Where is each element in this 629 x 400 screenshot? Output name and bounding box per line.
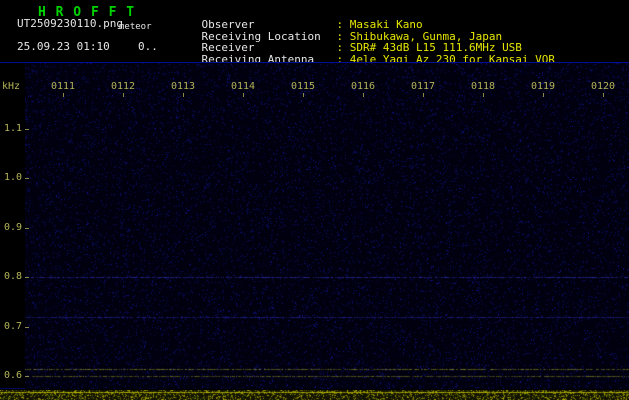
signal-strip-canvas [0, 390, 629, 400]
x-tick-label: 0116 [351, 81, 375, 92]
x-tick-label: 0111 [51, 81, 75, 92]
y-tick-label: 1.1 [4, 123, 22, 134]
y-tick-label: 0.7 [4, 321, 22, 332]
y-tick-mark [25, 277, 29, 278]
x-tick-label: 0115 [291, 81, 315, 92]
y-tick-mark [25, 129, 29, 130]
y-tick-mark [25, 376, 29, 377]
frame-datetime: 25.09.23 01:10 [17, 40, 110, 53]
x-tick-mark [603, 93, 604, 97]
mode-label: meteor [119, 22, 152, 32]
x-tick-mark [63, 93, 64, 97]
y-tick-label: 0.6 [4, 370, 22, 381]
echo-counter: 0.. [138, 40, 158, 53]
x-tick-mark [363, 93, 364, 97]
y-tick-mark [25, 228, 29, 229]
x-tick-mark [243, 93, 244, 97]
y-tick-label: 0.8 [4, 271, 22, 282]
y-axis-unit: kHz [2, 81, 20, 92]
x-tick-mark [423, 93, 424, 97]
x-tick-mark [123, 93, 124, 97]
x-tick-label: 0114 [231, 81, 255, 92]
x-tick-label: 0119 [531, 81, 555, 92]
x-tick-label: 0117 [411, 81, 435, 92]
x-tick-mark [183, 93, 184, 97]
hrofft-screen: H R O F F T UT2509230110.png meteor 25.0… [0, 0, 629, 400]
y-tick-mark [25, 327, 29, 328]
x-tick-label: 0113 [171, 81, 195, 92]
y-tick-mark [25, 178, 29, 179]
x-tick-label: 0118 [471, 81, 495, 92]
x-tick-mark [543, 93, 544, 97]
x-tick-label: 0112 [111, 81, 135, 92]
x-tick-mark [303, 93, 304, 97]
y-tick-label: 1.0 [4, 172, 22, 183]
x-tick-label: 0120 [591, 81, 615, 92]
y-tick-label: 0.9 [4, 222, 22, 233]
spectrogram-canvas [25, 63, 629, 389]
x-tick-mark [483, 93, 484, 97]
output-filename: UT2509230110.png [17, 17, 123, 30]
